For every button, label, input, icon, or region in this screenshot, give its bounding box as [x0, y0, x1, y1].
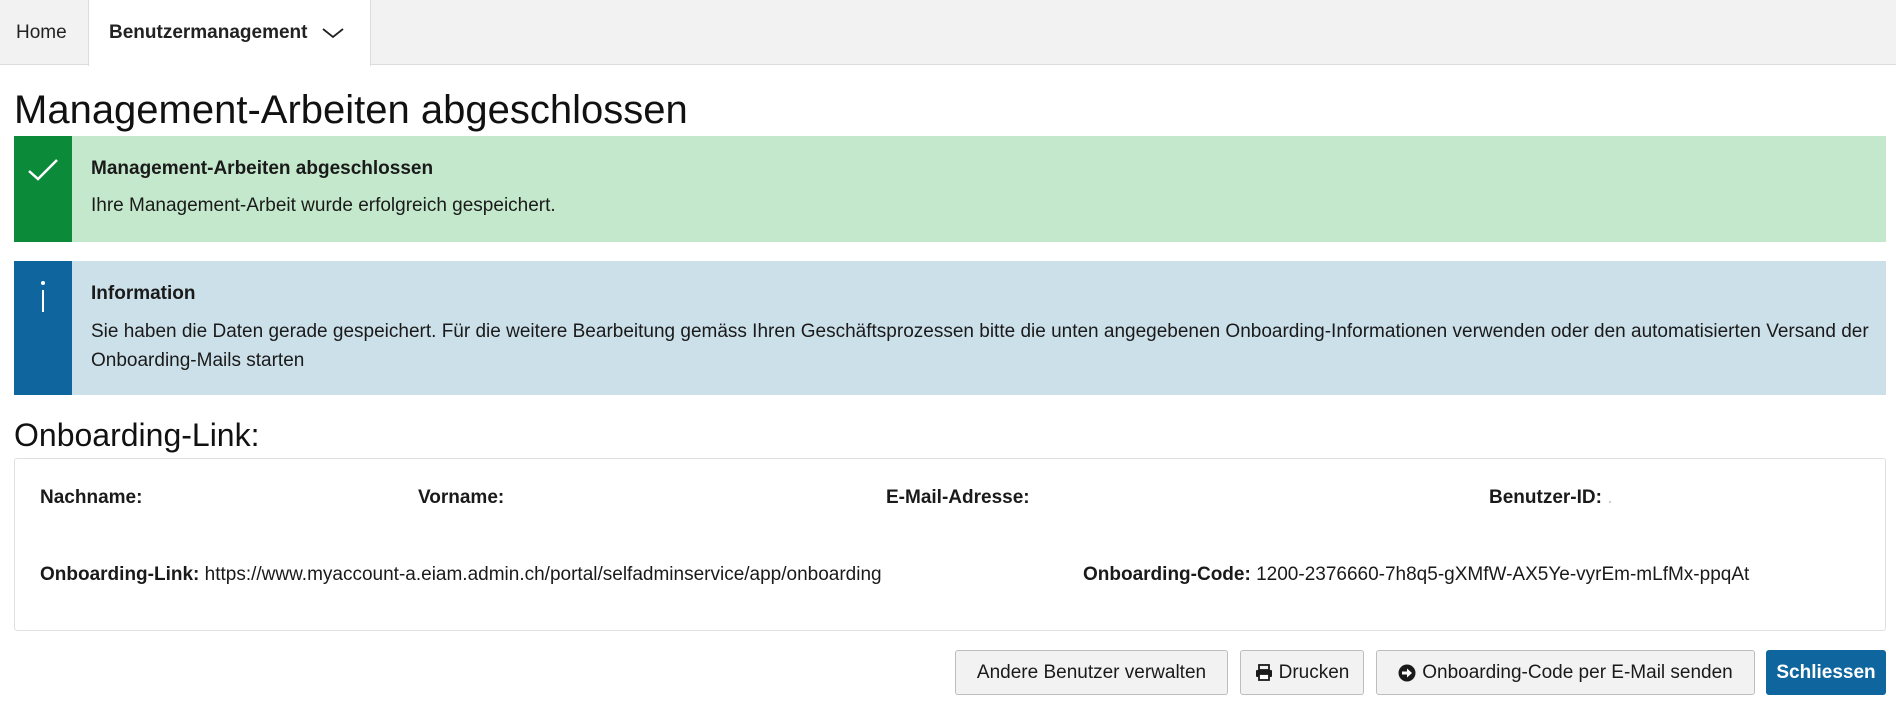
printer-icon	[1255, 664, 1273, 681]
info-icon	[41, 281, 45, 312]
send-onboarding-code-label: Onboarding-Code per E-Mail senden	[1422, 661, 1733, 683]
page-title: Management-Arbeiten abgeschlossen	[14, 88, 688, 132]
checkmark-icon	[28, 159, 58, 181]
manage-other-users-label: Andere Benutzer verwalten	[976, 661, 1207, 683]
email-label: E-Mail-Adresse:	[886, 487, 1030, 508]
nachname-field: Nachname:	[40, 486, 142, 510]
top-navigation: Home Benutzermanagement	[0, 0, 1896, 66]
onboarding-link-value[interactable]: https://www.myaccount-a.eiam.admin.ch/po…	[205, 564, 882, 585]
email-field: E-Mail-Adresse:	[886, 486, 1030, 510]
nav-user-management-label: Benutzermanagement	[109, 22, 308, 43]
onboarding-link-label: Onboarding-Link:	[40, 564, 200, 585]
close-label: Schliessen	[1776, 661, 1876, 683]
nav-home[interactable]: Home	[0, 0, 88, 65]
nachname-label: Nachname:	[40, 487, 143, 508]
onboarding-section-title: Onboarding-Link:	[14, 417, 260, 453]
vorname-field: Vorname:	[418, 486, 504, 510]
nav-home-label: Home	[16, 21, 67, 43]
onboarding-card: Nachname: Vorname: E-Mail-Adresse: Benut…	[14, 458, 1886, 631]
info-alert-title: Information	[91, 283, 196, 304]
info-alert-accent	[14, 261, 72, 395]
benutzer-id-field: Benutzer-ID: .	[1489, 486, 1613, 510]
success-alert-title: Management-Arbeiten abgeschlossen	[91, 158, 434, 179]
info-alert-text: Sie haben die Daten gerade gespeichert. …	[91, 321, 1869, 371]
benutzer-id-value: .	[1607, 487, 1613, 508]
onboarding-link-field: Onboarding-Link: https://www.myaccount-a…	[40, 563, 882, 587]
success-alert-text: Ihre Management-Arbeit wurde erfolgreich…	[91, 195, 556, 216]
info-alert: Information Sie haben die Daten gerade g…	[14, 261, 1886, 395]
manage-other-users-button[interactable]: Andere Benutzer verwalten	[955, 650, 1228, 695]
nav-user-management[interactable]: Benutzermanagement	[88, 0, 371, 66]
vorname-label: Vorname:	[418, 487, 505, 508]
chevron-down-icon	[321, 27, 344, 39]
success-alert-accent	[14, 136, 72, 242]
print-label: Drucken	[1278, 661, 1350, 683]
close-button[interactable]: Schliessen	[1766, 650, 1886, 695]
arrow-circle-right-icon	[1398, 664, 1416, 682]
onboarding-code-value: 1200-2376660-7h8q5-gXMfW-AX5Ye-vyrEm-mLf…	[1256, 564, 1750, 585]
onboarding-code-label: Onboarding-Code:	[1083, 564, 1251, 585]
print-button[interactable]: Drucken	[1240, 650, 1364, 695]
success-alert: Management-Arbeiten abgeschlossen Ihre M…	[14, 136, 1886, 242]
benutzer-id-label: Benutzer-ID:	[1489, 487, 1602, 508]
send-onboarding-code-button[interactable]: Onboarding-Code per E-Mail senden	[1376, 650, 1755, 695]
onboarding-code-field: Onboarding-Code: 1200-2376660-7h8q5-gXMf…	[1083, 563, 1749, 587]
